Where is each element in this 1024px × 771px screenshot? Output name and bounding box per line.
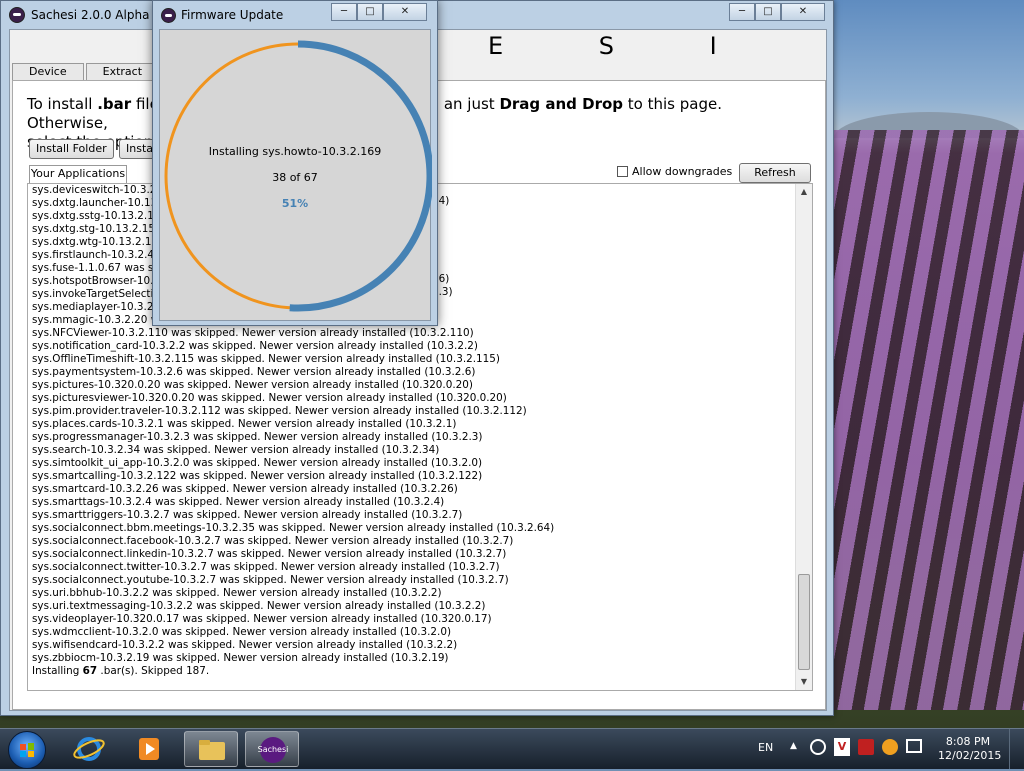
allow-downgrades-checkbox[interactable] <box>617 166 628 177</box>
log-line: sys.wifisendcard-10.3.2.2 was skipped. N… <box>32 639 458 651</box>
log-line: sys.smartcalling-10.3.2.122 was skipped.… <box>32 470 483 482</box>
refresh-button[interactable]: Refresh <box>739 163 811 183</box>
sachesi-taskbar-label: Sachesi <box>257 745 289 754</box>
desktop-lavender-field <box>834 130 1024 710</box>
minimize-button[interactable]: ─ <box>729 3 755 21</box>
log-line: sys.smarttags-10.3.2.4 was skipped. Newe… <box>32 496 445 508</box>
progress-percent: 51% <box>281 197 309 210</box>
tab-extract[interactable]: Extract <box>85 63 160 80</box>
language-indicator[interactable]: EN <box>758 741 773 754</box>
dialog-client-area: Installing sys.howto-10.3.2.169 38 of 67… <box>159 29 432 321</box>
instr-part: an just <box>443 95 500 113</box>
banner-text: E S I <box>488 32 761 60</box>
sachesi-logo-icon <box>9 7 25 23</box>
scroll-up-arrow-icon[interactable]: ▲ <box>796 184 812 200</box>
main-window-controls: ─ □ ✕ <box>729 3 825 21</box>
progress-count: 38 of 67 <box>272 171 318 184</box>
dialog-title: Firmware Update <box>181 8 284 22</box>
scroll-down-arrow-icon[interactable]: ▼ <box>796 674 812 690</box>
log-line: sys.pim.provider.traveler-10.3.2.112 was… <box>32 405 527 417</box>
close-button[interactable]: ✕ <box>781 3 825 21</box>
firmware-update-dialog: Firmware Update ─ □ ✕ Installing sys.how… <box>152 0 438 326</box>
sachesi-app-icon[interactable]: Sachesi <box>245 731 299 767</box>
log-line: sys.OfflineTimeshift-10.3.2.115 was skip… <box>32 353 500 365</box>
log-line: sys.picturesviewer-10.320.0.20 was skipp… <box>32 392 507 404</box>
main-tabs: Device Extract <box>12 63 161 80</box>
log-line: sys.paymentsystem-10.3.2.6 was skipped. … <box>32 366 476 378</box>
file-explorer-icon[interactable] <box>184 731 238 767</box>
log-line: sys.search-10.3.2.34 was skipped. Newer … <box>32 444 440 456</box>
clock-time: 8:08 PM <box>945 735 991 748</box>
log-line: sys.zbbiocm-10.3.2.19 was skipped. Newer… <box>32 652 449 664</box>
dialog-close-button[interactable]: ✕ <box>383 3 427 21</box>
antivirus-tray-icon[interactable]: V <box>834 738 850 756</box>
log-line: sys.notification_card-10.3.2.2 was skipp… <box>32 340 478 352</box>
log-line: sys.socialconnect.youtube-10.3.2.7 was s… <box>32 574 509 586</box>
log-scrollbar[interactable]: ▲ ▼ <box>795 184 812 690</box>
show-desktop-button[interactable] <box>1009 729 1024 769</box>
maximize-button[interactable]: □ <box>755 3 781 21</box>
log-line: sys.videoplayer-10.320.0.17 was skipped.… <box>32 613 492 625</box>
allow-downgrades-option[interactable]: Allow downgrades <box>617 165 732 178</box>
taskbar: Sachesi EN ▲ V 8:08 PM 12/02/2015 <box>0 728 1024 769</box>
log-line: sys.progressmanager-10.3.2.3 was skipped… <box>32 431 483 443</box>
log-line: sys.wdmcclient-10.3.2.0 was skipped. New… <box>32 626 452 638</box>
dialog-window-controls: ─ □ ✕ <box>331 3 427 21</box>
log-line: sys.pictures-10.320.0.20 was skipped. Ne… <box>32 379 473 391</box>
installing-status: Installing sys.howto-10.3.2.169 <box>208 145 382 158</box>
start-orb-icon[interactable] <box>8 731 46 769</box>
main-window-title: Sachesi 2.0.0 Alpha <box>31 8 150 22</box>
tab-your-applications[interactable]: Your Applications <box>29 165 127 183</box>
summary-count: 67 <box>82 665 98 677</box>
update-tray-icon[interactable] <box>882 739 898 755</box>
install-folder-button[interactable]: Install Folder <box>29 139 114 159</box>
allow-downgrades-label: Allow downgrades <box>632 165 733 178</box>
log-line: sys.socialconnect.linkedin-10.3.2.7 was … <box>32 548 507 560</box>
log-line: sys.socialconnect.twitter-10.3.2.7 was s… <box>32 561 500 573</box>
sync-tray-icon[interactable] <box>810 739 826 755</box>
log-line: sys.places.cards-10.3.2.1 was skipped. N… <box>32 418 457 430</box>
instr-part: To install <box>27 95 98 113</box>
system-clock[interactable]: 8:08 PM 12/02/2015 <box>938 735 1002 763</box>
log-line: sys.uri.bbhub-10.3.2.2 was skipped. Newe… <box>32 587 442 599</box>
log-line: sys.simtoolkit_ui_app-10.3.2.0 was skipp… <box>32 457 483 469</box>
tab-device[interactable]: Device <box>12 63 84 80</box>
instr-drag-drop-bold: Drag and Drop <box>499 95 624 113</box>
summary-suffix: .bar(s). Skipped 187. <box>97 665 210 677</box>
internet-explorer-icon[interactable] <box>62 731 116 767</box>
show-hidden-icons-icon[interactable]: ▲ <box>790 741 797 751</box>
action-center-icon[interactable] <box>906 739 922 753</box>
log-line: sys.smarttriggers-10.3.2.7 was skipped. … <box>32 509 463 521</box>
log-line: sys.uri.textmessaging-10.3.2.2 was skipp… <box>32 600 486 612</box>
log-line: sys.NFCViewer-10.3.2.110 was skipped. Ne… <box>32 327 474 339</box>
scroll-thumb[interactable] <box>798 574 810 670</box>
log-line: sys.socialconnect.bbm.meetings-10.3.2.35… <box>32 522 555 534</box>
media-player-icon[interactable] <box>122 731 176 767</box>
clock-date: 12/02/2015 <box>938 749 1002 762</box>
windows-flag-icon <box>20 743 34 757</box>
dialog-minimize-button[interactable]: ─ <box>331 3 357 21</box>
log-line: sys.socialconnect.facebook-10.3.2.7 was … <box>32 535 514 547</box>
log-line: sys.smartcard-10.3.2.26 was skipped. New… <box>32 483 458 495</box>
dialog-maximize-button[interactable]: □ <box>357 3 383 21</box>
instr-bar-bold: .bar <box>97 95 132 113</box>
summary-prefix: Installing <box>32 665 83 677</box>
log-summary-line: Installing 67 .bar(s). Skipped 187. <box>32 665 794 678</box>
sachesi-logo-icon <box>161 8 176 23</box>
volume-muted-icon[interactable] <box>858 739 874 755</box>
